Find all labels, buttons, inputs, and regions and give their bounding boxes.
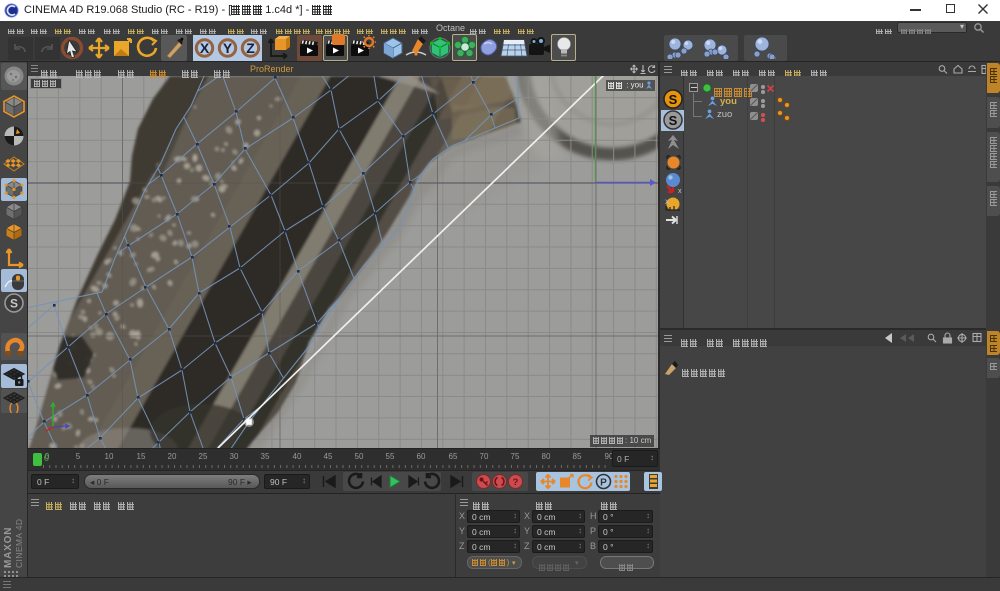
svg-text:Z: Z: [246, 40, 255, 56]
svg-text:X: X: [665, 200, 669, 206]
svg-text:S: S: [669, 92, 678, 107]
svg-text:S: S: [669, 113, 678, 128]
svg-text:Y: Y: [223, 40, 233, 56]
svg-text:X: X: [200, 40, 210, 56]
svg-text:( ): ( ): [9, 402, 20, 413]
svg-text:?: ?: [513, 477, 519, 488]
svg-text:S: S: [10, 297, 18, 311]
svg-text:P: P: [600, 478, 607, 489]
svg-text:x: x: [678, 188, 682, 194]
